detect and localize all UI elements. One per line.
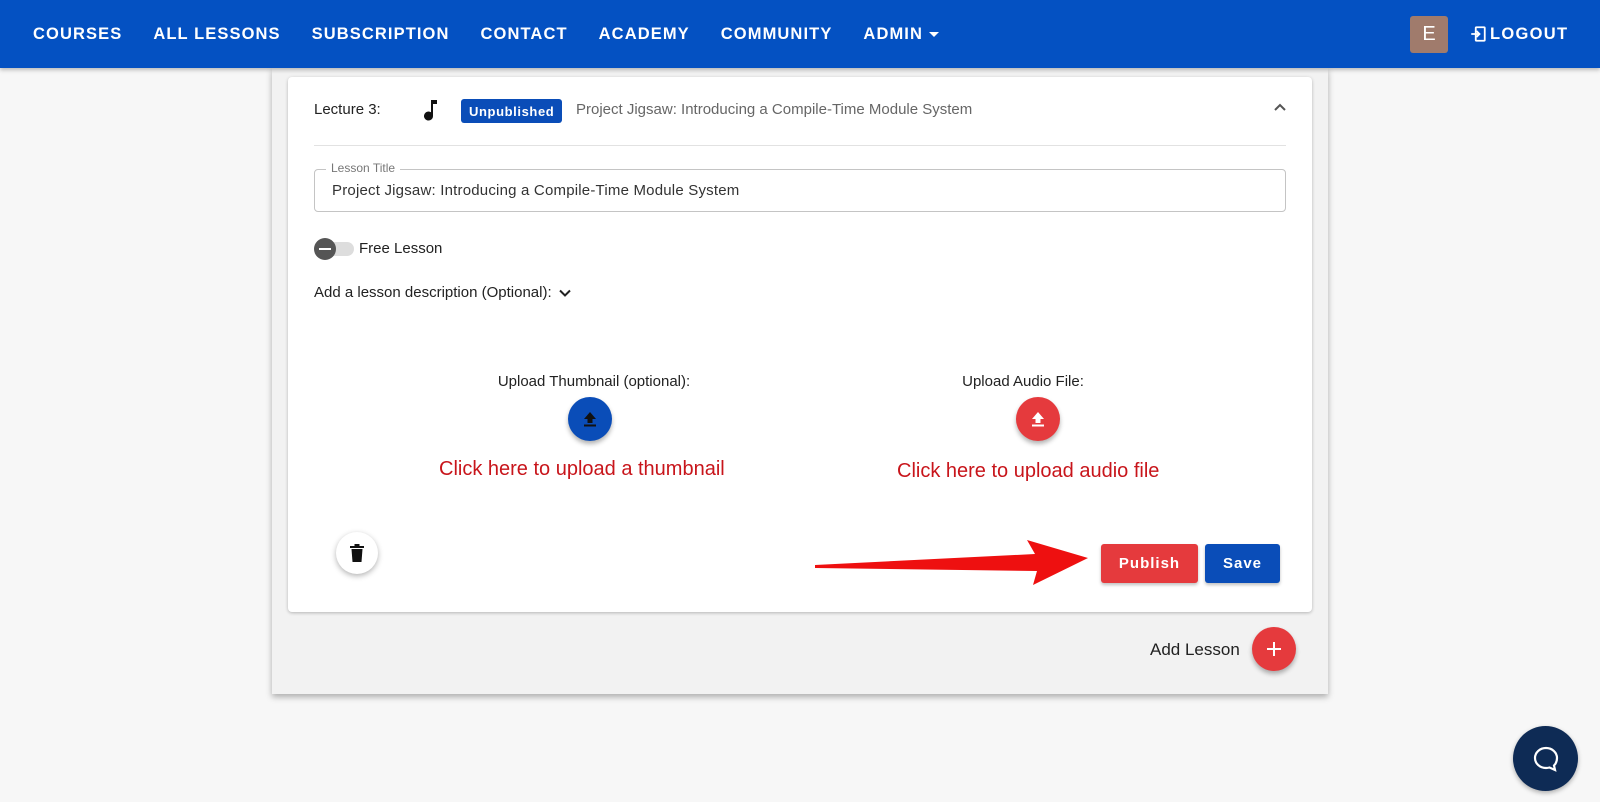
upload-icon xyxy=(584,412,596,427)
chevron-down-icon xyxy=(558,289,571,297)
toggle-thumb xyxy=(314,238,336,260)
upload-thumbnail-button[interactable] xyxy=(568,397,612,441)
nav-admin-label: ADMIN xyxy=(863,24,923,43)
chat-bubble-icon xyxy=(1533,746,1558,772)
music-note-icon xyxy=(424,100,437,121)
add-lesson-label: Add Lesson xyxy=(1150,640,1240,659)
thumbnail-annotation: Click here to upload a thumbnail xyxy=(439,458,725,480)
nav-academy[interactable]: ACADEMY xyxy=(599,25,690,44)
lecture-number: Lecture 3: xyxy=(314,101,381,118)
caret-down-icon xyxy=(929,31,939,37)
trash-icon xyxy=(350,544,364,562)
lesson-title-field: Lesson Title xyxy=(314,161,1286,212)
free-lesson-toggle[interactable] xyxy=(314,238,356,260)
description-expander-label: Add a lesson description (Optional): xyxy=(314,284,552,301)
plus-icon xyxy=(1267,642,1281,656)
thumbnail-upload-section: Upload Thumbnail (optional): xyxy=(484,373,704,391)
chevron-up-icon[interactable] xyxy=(1273,102,1287,112)
audio-upload-section: Upload Audio File: xyxy=(928,373,1118,391)
nav-admin-dropdown[interactable]: ADMIN xyxy=(863,25,939,44)
upload-audio-button[interactable] xyxy=(1016,397,1060,441)
logout-icon xyxy=(1471,26,1486,42)
description-expander[interactable]: Add a lesson description (Optional): xyxy=(314,284,571,301)
main-nav: COURSES ALL LESSONS SUBSCRIPTION CONTACT… xyxy=(33,0,970,68)
audio-upload-label: Upload Audio File: xyxy=(962,373,1084,390)
thumbnail-upload-label: Upload Thumbnail (optional): xyxy=(497,373,691,390)
free-lesson-label: Free Lesson xyxy=(359,240,443,257)
lesson-title-label: Lesson Title xyxy=(326,161,401,175)
audio-annotation: Click here to upload audio file xyxy=(897,460,1160,482)
lesson-card: Lecture 3: Unpublished Project Jigsaw: I… xyxy=(288,77,1312,612)
add-lesson-button[interactable] xyxy=(1252,627,1296,671)
logout-button[interactable]: LOGOUT xyxy=(1469,0,1568,68)
top-nav-bar: COURSES ALL LESSONS SUBSCRIPTION CONTACT… xyxy=(0,0,1600,68)
chat-widget-button[interactable] xyxy=(1513,726,1578,791)
lesson-title-input[interactable] xyxy=(315,170,1285,211)
nav-subscription[interactable]: SUBSCRIPTION xyxy=(312,25,450,44)
header-divider xyxy=(314,145,1286,146)
logout-label: LOGOUT xyxy=(1490,24,1569,43)
save-button[interactable]: Save xyxy=(1205,544,1280,583)
nav-all-lessons[interactable]: ALL LESSONS xyxy=(153,25,280,44)
user-avatar[interactable]: E xyxy=(1410,16,1448,53)
lecture-title: Project Jigsaw: Introducing a Compile-Ti… xyxy=(576,101,973,118)
nav-community[interactable]: COMMUNITY xyxy=(721,25,833,44)
nav-contact[interactable]: CONTACT xyxy=(481,25,568,44)
delete-lesson-button[interactable] xyxy=(336,532,378,574)
upload-icon xyxy=(1032,412,1044,427)
status-badge: Unpublished xyxy=(461,99,563,123)
nav-courses[interactable]: COURSES xyxy=(33,25,122,44)
annotation-arrow-icon xyxy=(815,540,1088,585)
publish-button[interactable]: Publish xyxy=(1101,544,1198,583)
